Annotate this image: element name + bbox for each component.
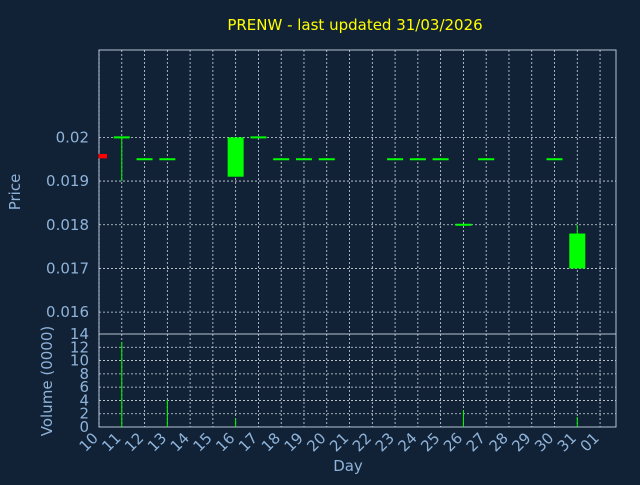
x-tick-label: 01 — [577, 429, 603, 455]
candle-body — [387, 158, 404, 161]
candle-body — [432, 158, 449, 161]
chart-title: PRENW - last updated 31/03/2026 — [227, 16, 482, 34]
price-panel: 0.016 0.017 0.018 0.019 0.02 — [46, 49, 617, 335]
candle-body — [569, 233, 586, 269]
x-axis-label: Day — [333, 457, 363, 475]
candle — [113, 136, 130, 182]
volume-axis-label: Volume (0000) — [38, 326, 56, 436]
x-tick-labels: 1011121314151617181920212223242526272829… — [76, 429, 603, 455]
volume-tick-label: 14 — [70, 325, 89, 343]
candle-body — [136, 158, 153, 161]
candle-body — [455, 223, 472, 226]
price-tick-label: 0.02 — [56, 128, 89, 146]
candle-body — [478, 158, 495, 161]
candle — [136, 158, 153, 161]
candle-body — [250, 136, 267, 139]
candle-body — [295, 158, 312, 161]
price-frame — [98, 49, 617, 335]
price-tick-label: 0.016 — [46, 303, 89, 321]
candle-body — [159, 158, 176, 161]
volume-frame — [98, 333, 617, 428]
candle — [455, 223, 472, 226]
chart-canvas: PRENW - last updated 31/03/2026 Price Vo… — [6, 16, 617, 475]
price-tick-label: 0.018 — [46, 216, 89, 234]
price-tick-label: 0.017 — [46, 259, 89, 277]
candle-body — [273, 158, 290, 161]
candle-body — [318, 158, 335, 161]
candle-body — [546, 158, 563, 161]
candle — [387, 158, 404, 161]
candle — [273, 158, 290, 161]
candle — [569, 224, 586, 269]
candle — [295, 158, 312, 161]
price-axis-label: Price — [6, 174, 24, 211]
stock-chart: PRENW - last updated 31/03/2026 Price Vo… — [0, 0, 640, 480]
candle-body — [113, 136, 130, 139]
volume-panel: 02468101214 — [70, 325, 617, 436]
candle — [546, 158, 563, 161]
candle — [227, 137, 244, 177]
candle — [432, 158, 449, 161]
candle — [478, 158, 495, 161]
price-tick-label: 0.019 — [46, 172, 89, 190]
candle — [98, 153, 107, 159]
candle-body — [99, 153, 107, 159]
candle-body — [227, 137, 244, 177]
candle — [409, 158, 426, 161]
candle — [159, 158, 176, 161]
candle — [318, 158, 335, 161]
candle-body — [409, 158, 426, 161]
candle — [250, 136, 267, 139]
